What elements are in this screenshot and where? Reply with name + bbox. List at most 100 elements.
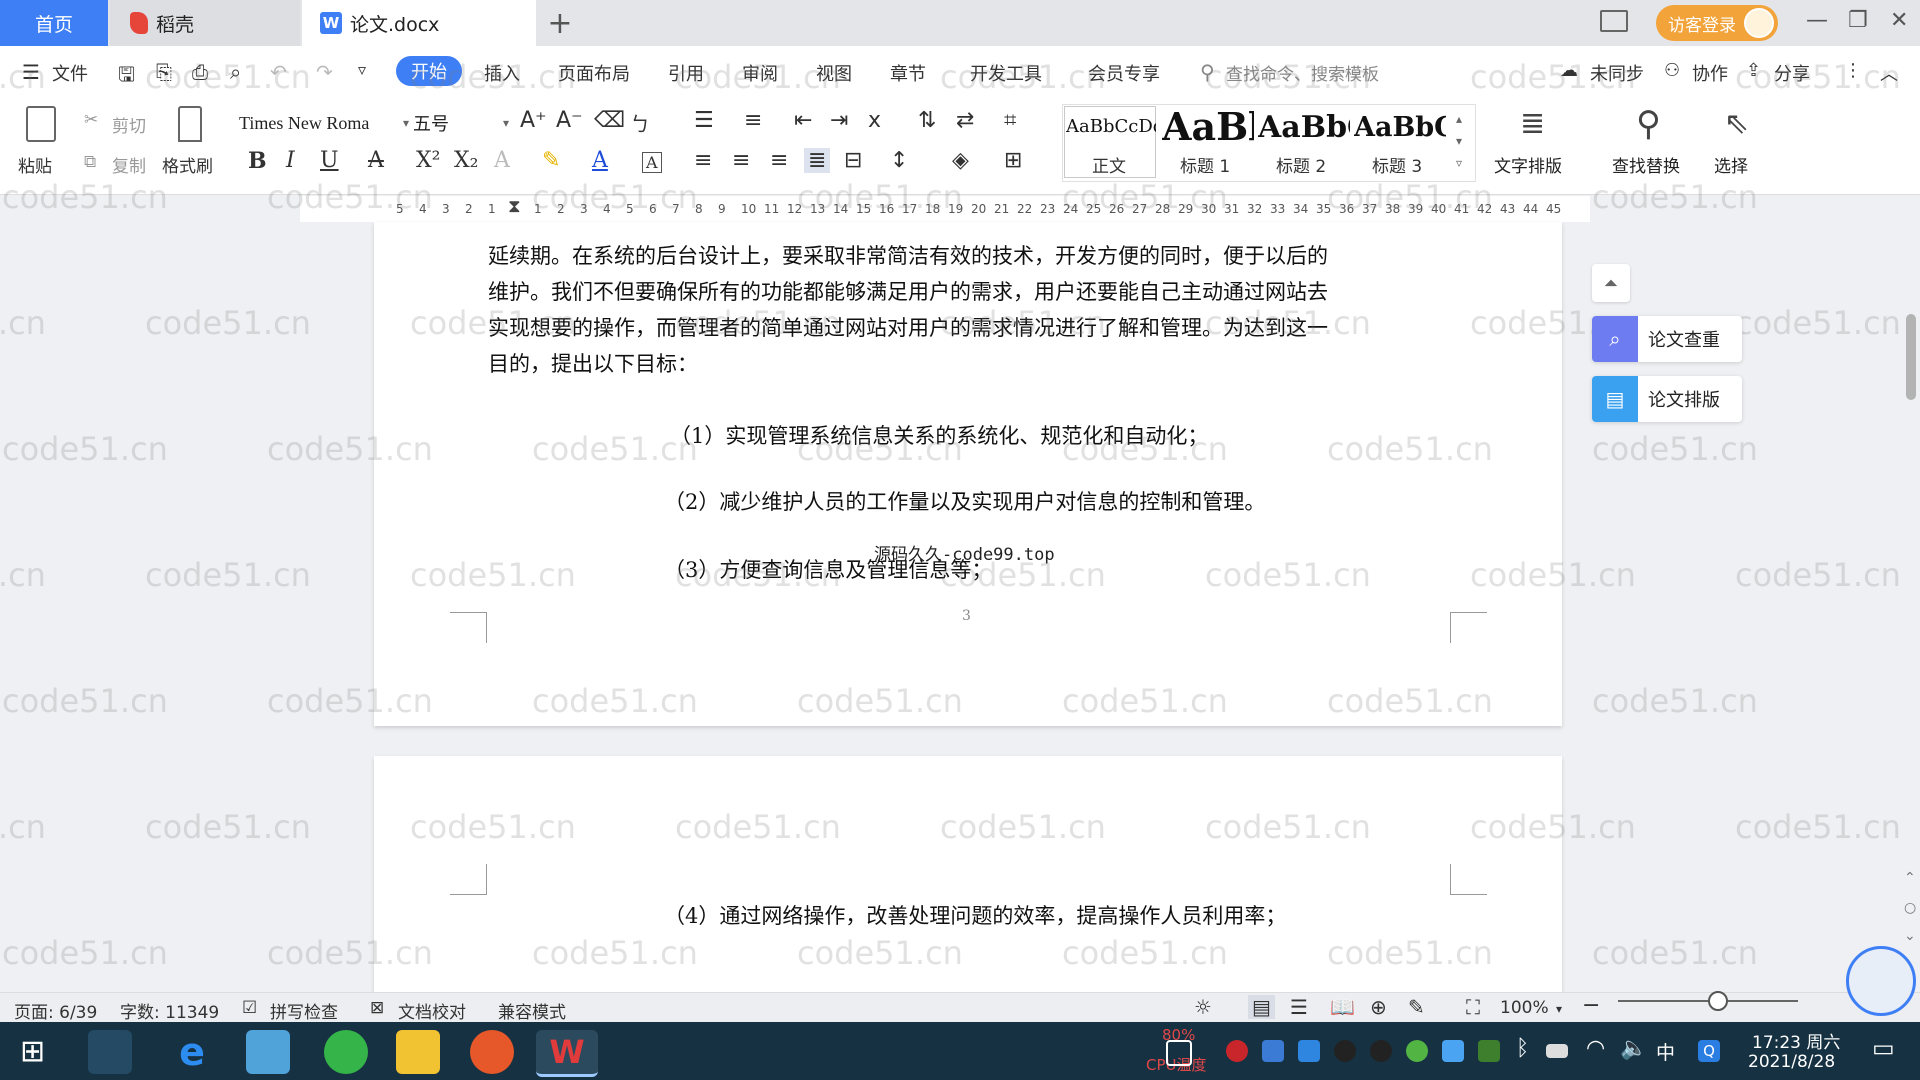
font-size-select[interactable]: 五号 ▾ [412,108,510,138]
font-name-select[interactable]: Times New Roma ▾ [238,108,410,138]
align-right-icon[interactable]: ≡ [770,148,788,173]
text-effect-icon[interactable]: A [494,148,510,173]
wifi-icon[interactable]: ◠ [1586,1036,1605,1061]
char-border-icon[interactable]: A [642,152,662,173]
scrollbar-thumb[interactable] [1906,314,1916,400]
menu-reference[interactable]: 引用 [668,60,704,86]
cut-icon[interactable]: ✂ [84,110,98,130]
find-replace-button[interactable]: 查找替换 [1612,152,1680,177]
collapse-panel-icon[interactable]: ⏶ [1592,264,1630,302]
layout-switch-icon[interactable] [1600,10,1628,32]
paste-button[interactable]: 粘贴 [18,152,52,177]
menu-chapter[interactable]: 章节 [890,60,926,86]
shield-tray-icon[interactable] [1298,1040,1320,1062]
plagiarism-check-button[interactable]: ⌕ 论文查重 [1592,316,1742,362]
bullet-list-icon[interactable]: ☰ [694,108,714,133]
show-marks-icon[interactable]: ⌗ [1004,108,1016,133]
page-select-icon[interactable]: ○ [1904,900,1916,916]
assistant-avatar[interactable] [1846,946,1916,1016]
chevron-down-icon[interactable]: ▾ [1556,1002,1562,1016]
notepad-app-icon[interactable] [246,1030,290,1074]
collapse-ribbon-icon[interactable]: ︿ [1880,60,1898,86]
network-tray-icon[interactable] [1262,1040,1284,1062]
tab-daoke[interactable]: 稻壳 [110,0,300,46]
reading-view-icon[interactable]: 📖 [1330,995,1355,1019]
document-page[interactable]: 延续期。在系统的后台设计上，要采取非常简洁有效的技术，开发方便的同时，便于以后的… [374,222,1562,726]
more-icon[interactable]: ⋮ [1844,60,1862,81]
ime-q-icon[interactable]: Q [1698,1040,1720,1062]
restore-icon[interactable]: ❐ [1848,8,1868,33]
phonetic-guide-icon[interactable]: ㄅ [630,108,650,137]
tab-document[interactable]: W 论文.docx [302,0,536,46]
unsync-button[interactable]: 未同步 [1590,60,1644,86]
monitor-tray-icon[interactable] [1166,1040,1192,1066]
ie-browser-icon[interactable]: e [170,1030,214,1074]
pinwheel-app-icon[interactable] [88,1030,132,1074]
chinese-layout-icon[interactable]: ⅹ [868,108,881,133]
zoom-slider-handle[interactable] [1708,991,1728,1011]
subscript-icon[interactable]: X₂ [454,148,478,173]
menu-file[interactable]: 文件 [52,60,88,86]
align-justify-icon[interactable]: ≣ [804,148,831,173]
proofread-button[interactable]: 文档校对 [398,998,466,1023]
horizontal-ruler[interactable]: 5 4 3 2 1 1 2 3 4 5 6 7 8 9 10 11 12 13 14 15 16 17 18 19 20 21 22… [300,196,1590,222]
word-count[interactable]: 字数: 11349 [120,998,219,1023]
next-page-icon[interactable]: ⌄ [1904,928,1916,944]
web-view-icon[interactable]: ⊕ [1370,995,1387,1019]
notification-icon[interactable]: ▭ [1872,1034,1895,1062]
close-icon[interactable]: ✕ [1890,8,1908,33]
zoom-level[interactable]: 100% [1500,998,1549,1018]
copy-icon[interactable]: ⧉ [84,152,96,172]
copy-button[interactable]: 复制 [112,152,146,177]
fit-page-icon[interactable]: ⛶ [1466,995,1480,1019]
eye-protect-icon[interactable]: ☼ [1194,995,1212,1019]
line-spacing-icon[interactable]: ↕ [890,148,908,173]
text-direction-icon[interactable]: ⇄ [956,108,974,133]
prev-page-icon[interactable]: ⌃ [1904,870,1916,886]
document-page[interactable]: （4）通过网络操作，改善处理问题的效率，提高操作人员利用率； [374,756,1562,992]
increase-indent-icon[interactable]: ⇥ [830,108,848,133]
menu-dev-tools[interactable]: 开发工具 [970,60,1042,86]
decrease-indent-icon[interactable]: ⇤ [794,108,812,133]
align-left-icon[interactable]: ≡ [694,148,712,173]
find-replace-icon[interactable]: ⚲ [1636,104,1661,144]
windows-start-icon[interactable]: ⊞ [20,1034,45,1069]
numbered-list-icon[interactable]: ≡ [744,108,762,133]
command-search-input[interactable]: 查找命令、搜索模板 [1226,60,1379,85]
format-painter-icon[interactable] [178,106,202,142]
file-explorer-icon[interactable] [396,1030,440,1074]
qq-tray-icon[interactable] [1334,1040,1356,1062]
style-heading1-sample[interactable]: AaBb [1162,104,1254,149]
zoom-out-icon[interactable]: − [1582,993,1600,1018]
format-painter-button[interactable]: 格式刷 [162,152,213,177]
share-button[interactable]: 分享 [1774,60,1810,86]
game-app-icon[interactable] [470,1030,514,1074]
bluetooth-icon[interactable]: ᛒ [1516,1036,1529,1061]
text-layout-button[interactable]: 文字排版 [1494,152,1562,177]
undo-icon[interactable]: ↶ [270,60,287,84]
increase-font-icon[interactable]: A⁺ [520,108,547,133]
distributed-align-icon[interactable]: ⊟ [844,148,862,173]
cut-button[interactable]: 剪切 [112,112,146,137]
360-browser-icon[interactable] [324,1030,368,1074]
minimize-icon[interactable]: — [1806,8,1828,33]
menu-start[interactable]: 开始 [396,56,462,86]
underline-icon[interactable]: U [320,148,339,173]
style-heading2-sample[interactable]: AaBbC [1258,110,1350,145]
new-tab-button[interactable]: + [540,0,580,46]
shading-icon[interactable]: ◈ [952,148,969,173]
page-indicator[interactable]: 页面: 6/39 [14,998,97,1023]
hamburger-icon[interactable]: ☰ [22,60,40,84]
battery-icon[interactable] [1546,1044,1568,1058]
cloud-tray-icon[interactable] [1442,1040,1464,1062]
clear-format-icon[interactable]: ⌫ [594,108,625,133]
borders-icon[interactable]: ⊞ [1004,148,1022,173]
print-icon[interactable]: ⎙ [192,60,208,84]
menu-review[interactable]: 审阅 [742,60,778,86]
text-layout-icon[interactable]: ≣ [1520,106,1545,141]
page-view-icon[interactable]: ▤ [1248,995,1275,1019]
styles-scroll-icon[interactable]: ▴ ▾ ▿ [1456,108,1462,174]
menu-view[interactable]: 视图 [816,60,852,86]
write-mode-icon[interactable]: ✎ [1408,995,1425,1019]
style-heading3-sample[interactable]: AaBbC [1354,112,1446,143]
